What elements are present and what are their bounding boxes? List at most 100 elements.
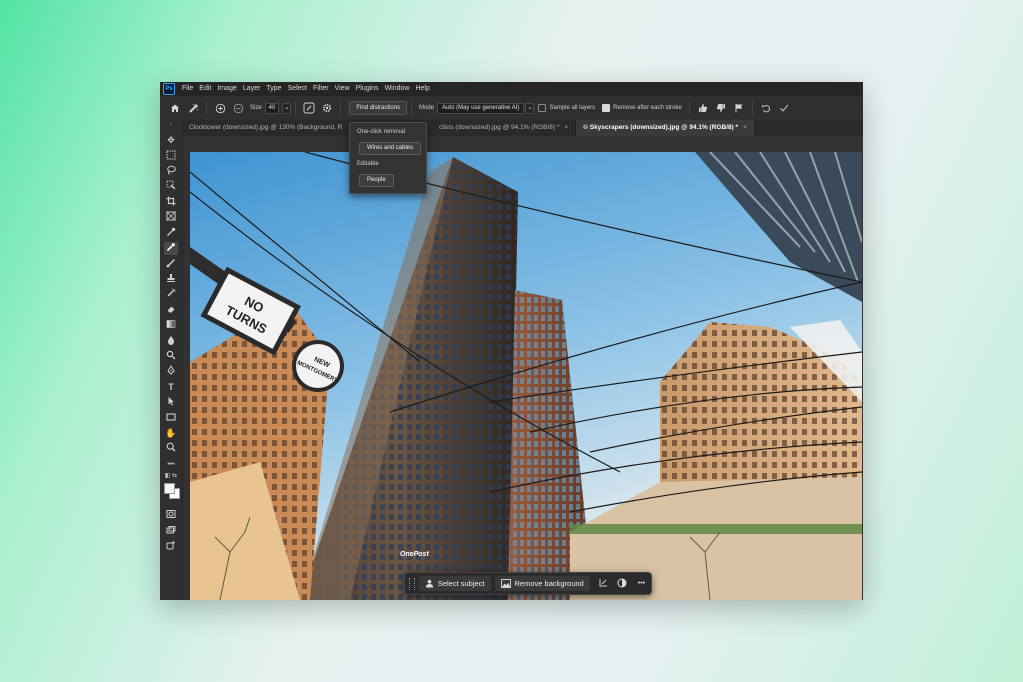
person-icon <box>425 579 433 588</box>
contextual-task-bar: Select subject Remove background ••• <box>404 572 652 595</box>
brush-tool-icon[interactable] <box>164 258 178 271</box>
flag-icon[interactable] <box>730 99 748 117</box>
screen-mode-icon[interactable] <box>164 525 178 538</box>
dodge-tool-icon[interactable] <box>164 350 178 363</box>
menu-view[interactable]: View <box>332 82 353 96</box>
menu-filter[interactable]: Filter <box>310 82 332 96</box>
ps-logo-icon[interactable]: Ps <box>163 83 175 95</box>
one-click-removal-label: One-click removal <box>357 129 406 135</box>
pressure-icon[interactable] <box>300 99 318 117</box>
menu-window[interactable]: Window <box>382 82 413 96</box>
thumbs-up-icon[interactable] <box>694 99 712 117</box>
transform-icon[interactable] <box>594 578 613 590</box>
menu-bar: Ps File Edit Image Layer Type Select Fil… <box>160 82 863 96</box>
select-subject-button[interactable]: Select subject <box>418 576 491 591</box>
separator <box>411 101 413 115</box>
lasso-tool-icon[interactable] <box>164 165 178 178</box>
remove-after-stroke-label: Remove after each stroke <box>613 105 682 111</box>
people-button[interactable]: People <box>359 174 394 187</box>
tools-panel: « ✥ T ✋ ••• ◧ ⇆ <box>160 120 183 600</box>
separator <box>688 101 690 115</box>
separator <box>340 101 342 115</box>
edit-toolbar-icon[interactable]: ••• <box>164 458 178 471</box>
commit-check-icon[interactable] <box>775 99 793 117</box>
menu-type[interactable]: Type <box>263 82 284 96</box>
remove-background-label: Remove background <box>514 579 584 588</box>
wires-and-cables-button[interactable]: Wires and cables <box>359 142 422 155</box>
brush-subtract-icon[interactable] <box>229 99 247 117</box>
photoshop-window: Ps File Edit Image Layer Type Select Fil… <box>160 82 863 600</box>
default-colors-icon[interactable]: ◧ ⇆ <box>164 472 178 480</box>
sample-all-layers-checkbox[interactable] <box>538 104 547 112</box>
menu-edit[interactable]: Edit <box>196 82 214 96</box>
editable-label: Editable <box>357 161 379 167</box>
menu-select[interactable]: Select <box>285 82 310 96</box>
document-canvas[interactable]: NO TURNS NEW MONTGOMERY OnePost <box>190 152 862 600</box>
remove-after-stroke-checkbox[interactable] <box>602 104 611 112</box>
menu-file[interactable]: File <box>179 82 196 96</box>
undo-icon[interactable] <box>757 99 775 117</box>
panel-collapse-icon[interactable]: « <box>164 122 178 128</box>
history-brush-tool-icon[interactable] <box>164 288 178 301</box>
eyedropper-tool-icon[interactable] <box>164 227 178 240</box>
menu-layer[interactable]: Layer <box>240 82 264 96</box>
separator <box>295 101 297 115</box>
more-options-icon[interactable]: ••• <box>632 580 651 587</box>
eraser-tool-icon[interactable] <box>164 304 178 317</box>
sample-all-layers-label: Sample all layers <box>549 105 596 111</box>
object-selection-tool-icon[interactable] <box>164 180 178 193</box>
rectangle-tool-icon[interactable] <box>164 412 178 425</box>
type-tool-icon[interactable]: T <box>164 381 178 394</box>
mode-dropdown[interactable]: ⌄ <box>525 102 535 114</box>
tab-close-icon[interactable]: × <box>564 120 568 136</box>
menu-help[interactable]: Help <box>412 82 432 96</box>
size-input[interactable]: 40 <box>264 102 280 114</box>
tab-label: © Skyscrapers (downsized).jpg @ 94.1% (R… <box>583 124 739 131</box>
brush-add-icon[interactable] <box>211 99 229 117</box>
tab-label: Clocktower (downsized).jpg @ 130% (Backg… <box>189 124 343 131</box>
tab-cyclists[interactable]: clists (downsized).jpg @ 94.1% (RGB/8) *… <box>432 120 577 136</box>
building-sign-text: OnePost <box>400 551 429 558</box>
tab-skyscrapers[interactable]: © Skyscrapers (downsized).jpg @ 94.1% (R… <box>576 120 755 136</box>
mode-select[interactable]: Auto (May use generative AI) <box>437 102 525 114</box>
skyscrapers-photo: NO TURNS NEW MONTGOMERY OnePost <box>190 152 862 600</box>
foreground-color-swatch[interactable] <box>164 483 175 494</box>
remove-background-button[interactable]: Remove background <box>494 576 590 591</box>
tab-close-icon[interactable]: × <box>743 120 747 136</box>
pen-tool-icon[interactable] <box>164 365 178 378</box>
document-tabs: Clocktower (downsized).jpg @ 130% (Backg… <box>182 120 863 136</box>
options-bar: Size 40 ⌄ Find distractions Mode Auto (M… <box>160 96 863 121</box>
size-label: Size <box>250 105 262 111</box>
crop-tool-icon[interactable] <box>164 196 178 209</box>
menu-image[interactable]: Image <box>214 82 239 96</box>
marquee-tool-icon[interactable] <box>164 150 178 163</box>
quick-mask-icon[interactable] <box>164 509 178 522</box>
hand-tool-icon[interactable]: ✋ <box>164 427 178 440</box>
menu-plugins[interactable]: Plugins <box>353 82 382 96</box>
select-subject-label: Select subject <box>437 579 485 588</box>
frame-tool-icon[interactable] <box>164 211 178 224</box>
gradient-tool-icon[interactable] <box>164 319 178 332</box>
zoom-tool-icon[interactable] <box>164 442 178 455</box>
remove-tool-icon[interactable] <box>184 99 202 117</box>
tab-label: clists (downsized).jpg @ 94.1% (RGB/8) * <box>439 124 560 131</box>
image-icon <box>500 579 511 588</box>
stamp-tool-icon[interactable] <box>164 273 178 286</box>
generative-fill-icon[interactable] <box>164 540 178 553</box>
mode-label: Mode <box>419 105 435 111</box>
home-icon[interactable] <box>166 99 184 117</box>
thumbs-down-icon[interactable] <box>712 99 730 117</box>
size-dropdown[interactable]: ⌄ <box>282 102 292 114</box>
find-distractions-button[interactable]: Find distractions <box>349 101 408 115</box>
path-selection-tool-icon[interactable] <box>164 396 178 409</box>
move-tool-icon[interactable]: ✥ <box>164 134 178 147</box>
blur-tool-icon[interactable] <box>164 335 178 348</box>
tab-clocktower[interactable]: Clocktower (downsized).jpg @ 130% (Backg… <box>182 120 350 136</box>
drag-handle-icon[interactable] <box>409 577 415 590</box>
remove-tool-icon[interactable] <box>164 242 178 255</box>
separator <box>206 101 207 115</box>
adjustment-icon[interactable] <box>613 578 632 590</box>
find-distractions-popup: One-click removal Wires and cables Edita… <box>349 122 427 194</box>
separator <box>751 101 753 115</box>
settings-gear-icon[interactable] <box>318 99 336 117</box>
